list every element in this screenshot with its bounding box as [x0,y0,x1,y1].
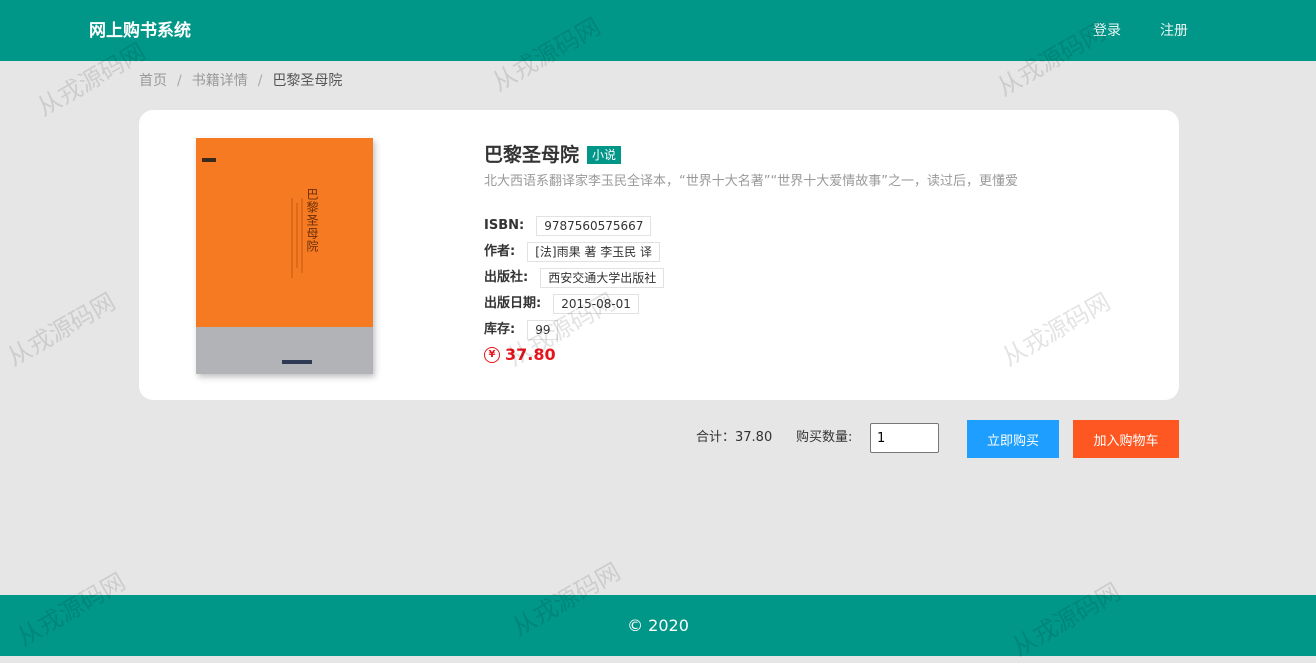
breadcrumb-book-detail[interactable]: 书籍详情 [192,72,248,90]
breadcrumb: 首页 / 书籍详情 / 巴黎圣母院 [139,72,342,90]
author-row: 作者: [法]雨果 著 李玉民 译 [484,242,661,262]
cover-decoration [291,198,303,278]
buy-now-button[interactable]: 立即购买 [967,420,1059,458]
login-link[interactable]: 登录 [1093,22,1121,40]
book-title-row: 巴黎圣母院 小说 [484,143,622,167]
site-title[interactable]: 网上购书系统 [89,20,191,42]
author-label: 作者: [484,244,516,259]
footer: © 2020 [0,595,1316,656]
quantity-label: 购买数量: [796,430,853,445]
watermark: 从戎源码网 [2,287,121,372]
breadcrumb-current: 巴黎圣母院 [272,73,343,89]
total-amount: 合计：37.80 [696,430,773,445]
breadcrumb-separator: / [177,73,182,89]
copyright-text: © 2020 [627,615,689,635]
cover-bottom-band [196,327,373,374]
stock-label: 库存: [484,322,516,337]
book-title: 巴黎圣母院 [484,144,580,166]
breadcrumb-separator: / [257,73,263,89]
book-detail-card: 巴黎圣母院 巴黎圣母院 小说 北大西语系翻译家李玉民全译本，“世界十大名著”“世… [139,110,1179,400]
breadcrumb-home[interactable]: 首页 [139,72,167,90]
isbn-label: ISBN: [484,218,525,233]
category-badge: 小说 [587,146,622,164]
pub-date-value: 2015-08-01 [553,294,639,314]
yen-icon: ¥ [484,346,500,363]
isbn-value: 9787560575667 [536,216,652,236]
register-link[interactable]: 注册 [1160,22,1188,40]
cover-imprint [282,360,312,364]
stock-value: 99 [527,320,559,340]
cover-publisher-logo [202,158,216,162]
add-to-cart-button[interactable]: 加入购物车 [1073,420,1179,458]
author-value: [法]雨果 著 李玉民 译 [527,242,661,262]
pub-date-label: 出版日期: [484,296,542,311]
publisher-row: 出版社: 西安交通大学出版社 [484,268,665,288]
pub-date-row: 出版日期: 2015-08-01 [484,294,639,314]
publisher-value: 西安交通大学出版社 [540,268,665,288]
publisher-label: 出版社: [484,270,529,285]
price-value: 37.80 [505,345,556,364]
quantity-input[interactable] [870,423,939,453]
top-navbar: 网上购书系统 登录 注册 [0,0,1316,61]
isbn-row: ISBN: 9787560575667 [484,216,652,236]
book-description: 北大西语系翻译家李玉民全译本，“世界十大名著”“世界十大爱情故事”之一，读过后，… [484,174,1018,189]
price: ¥ 37.80 [484,345,556,364]
stock-row: 库存: 99 [484,320,559,340]
book-cover-image: 巴黎圣母院 [196,138,373,374]
